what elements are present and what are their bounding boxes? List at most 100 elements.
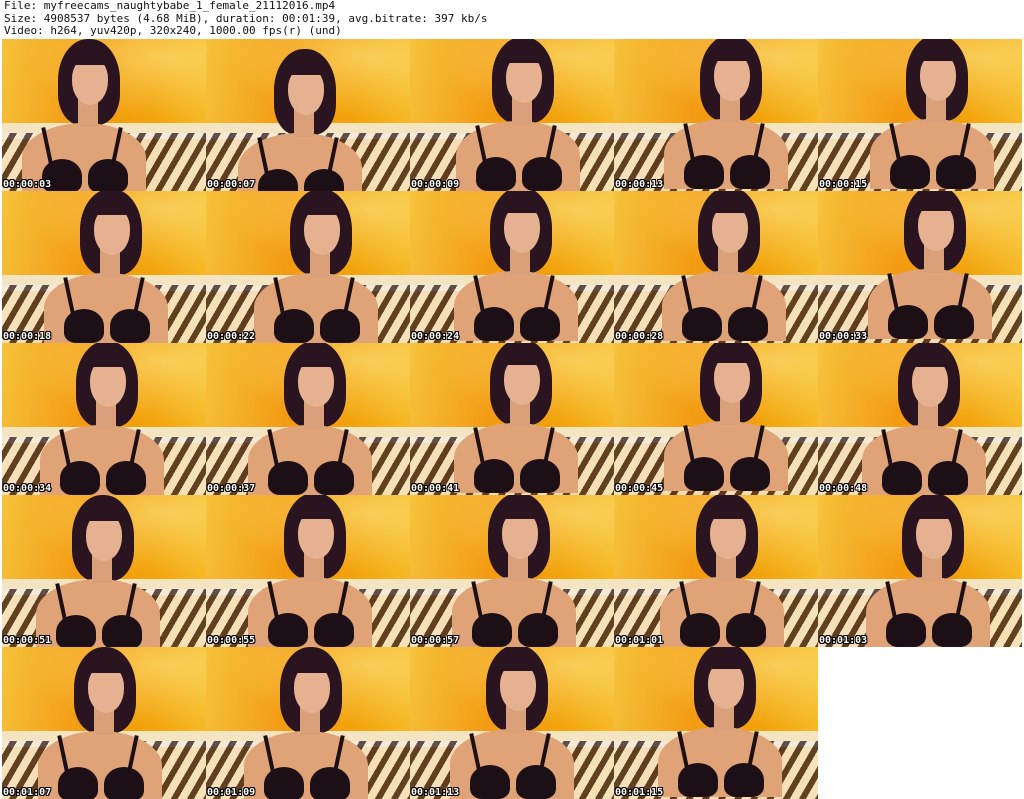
bra-cup [886, 613, 926, 647]
bra-cup [474, 459, 514, 493]
thumbnail-timestamp: 00:00:33 [819, 331, 868, 342]
hair-bangs [706, 195, 752, 213]
bra-cup [56, 615, 96, 647]
hair-bangs [498, 347, 544, 365]
thumbnail-grid: 00:00:03 00:00:07 00:00:09 00:00:13 00:00:15… [2, 39, 1022, 799]
bra-cup [268, 613, 308, 647]
hair-bangs [282, 57, 328, 75]
thumbnail-timestamp: 00:00:55 [207, 635, 256, 646]
bra-cup [64, 309, 104, 343]
bra-cup [684, 155, 724, 189]
hair-bangs [912, 193, 958, 211]
video-thumbnail: 00:01:13 [410, 647, 614, 799]
video-thumbnail: 00:00:03 [2, 39, 206, 191]
hair-bangs [292, 501, 338, 519]
bra-cup [730, 155, 770, 189]
bra-cup [106, 461, 146, 495]
bra-cup [470, 765, 510, 799]
thumbnail-timestamp: 00:01:01 [615, 635, 664, 646]
bra-cup [58, 767, 98, 799]
video-thumbnail: 00:01:09 [206, 647, 410, 799]
video-thumbnail: 00:01:07 [2, 647, 206, 799]
thumbnail-timestamp: 00:01:07 [3, 787, 52, 798]
hair-bangs [496, 501, 542, 519]
bra-cup [728, 307, 768, 341]
bra-cup [684, 457, 724, 491]
video-thumbnail: 00:01:03 [818, 495, 1022, 647]
hair-bangs [906, 349, 952, 367]
bra-cup [274, 309, 314, 343]
thumbnail-timestamp: 00:01:15 [615, 787, 664, 798]
hair-bangs [66, 47, 112, 65]
bra-cup [104, 767, 144, 799]
video-thumbnail: 00:00:09 [410, 39, 614, 191]
video-thumbnail: 00:00:55 [206, 495, 410, 647]
video-thumbnail: 00:01:01 [614, 495, 818, 647]
thumbnail-timestamp: 00:00:09 [411, 179, 460, 190]
thumbnail-timestamp: 00:00:28 [615, 331, 664, 342]
bra-cup [730, 457, 770, 491]
video-thumbnail: 00:00:45 [614, 343, 818, 495]
empty-grid-cell [818, 647, 1022, 799]
hair-bangs [498, 195, 544, 213]
thumbnail-timestamp: 00:01:13 [411, 787, 460, 798]
bra-cup [516, 765, 556, 799]
bra-cup [724, 763, 764, 797]
video-info-line: Video: h264, yuv420p, 320x240, 1000.00 f… [4, 24, 342, 37]
hair-bangs [914, 43, 960, 61]
video-thumbnail: 00:00:07 [206, 39, 410, 191]
bra-cup [60, 461, 100, 495]
bra-cup [932, 613, 972, 647]
thumbnail-timestamp: 00:00:07 [207, 179, 256, 190]
thumbnail-timestamp: 00:00:41 [411, 483, 460, 494]
hair-bangs [84, 349, 130, 367]
bra-cup [476, 157, 516, 191]
bra-cup [890, 155, 930, 189]
thumbnail-timestamp: 00:00:22 [207, 331, 256, 342]
video-thumbnail: 00:00:41 [410, 343, 614, 495]
bra-cup [264, 767, 304, 799]
hair-bangs [704, 501, 750, 519]
bra-cup [520, 307, 560, 341]
hair-bangs [708, 43, 754, 61]
bra-cup [314, 613, 354, 647]
file-info-header: File: myfreecams_naughtybabe_1_female_21… [4, 0, 1020, 38]
hair-bangs [708, 345, 754, 363]
video-thumbnail: 00:00:33 [818, 191, 1022, 343]
bra-cup [682, 307, 722, 341]
thumbnail-timestamp: 00:00:18 [3, 331, 52, 342]
hair-bangs [80, 503, 126, 521]
thumbnail-timestamp: 00:01:09 [207, 787, 256, 798]
hair-bangs [298, 197, 344, 215]
video-thumbnail: 00:00:48 [818, 343, 1022, 495]
thumbnail-timestamp: 00:00:24 [411, 331, 460, 342]
bra-cup [268, 461, 308, 495]
file-name-line: File: myfreecams_naughtybabe_1_female_21… [4, 0, 336, 12]
bra-cup [472, 613, 512, 647]
thumbnail-timestamp: 00:00:03 [3, 179, 52, 190]
bra-cup [680, 613, 720, 647]
bra-cup [936, 155, 976, 189]
hair-bangs [288, 655, 334, 673]
video-thumbnail: 00:00:18 [2, 191, 206, 343]
hair-bangs [82, 655, 128, 673]
video-thumbnail: 00:00:37 [206, 343, 410, 495]
bra-cup [726, 613, 766, 647]
video-thumbnail: 00:01:15 [614, 647, 818, 799]
hair-bangs [88, 197, 134, 215]
bra-cup [520, 459, 560, 493]
bra-cup [928, 461, 968, 495]
hair-bangs [494, 653, 540, 671]
thumbnail-timestamp: 00:00:45 [615, 483, 664, 494]
bra-cup [320, 309, 360, 343]
video-thumbnail: 00:00:13 [614, 39, 818, 191]
thumbnail-timestamp: 00:00:57 [411, 635, 460, 646]
bra-cup [310, 767, 350, 799]
bra-cup [88, 159, 128, 191]
hair-bangs [292, 349, 338, 367]
bra-cup [522, 157, 562, 191]
bra-cup [110, 309, 150, 343]
video-thumbnail: 00:00:34 [2, 343, 206, 495]
thumbnail-timestamp: 00:00:51 [3, 635, 52, 646]
thumbnail-timestamp: 00:00:37 [207, 483, 256, 494]
